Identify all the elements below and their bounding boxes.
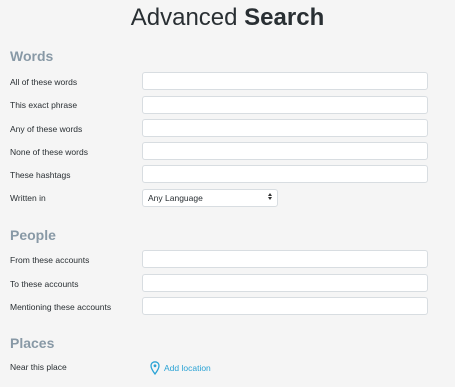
hashtags-label: These hashtags bbox=[10, 170, 71, 180]
exact-phrase-input[interactable] bbox=[142, 96, 428, 114]
words-section-heading: Words bbox=[10, 48, 54, 64]
from-accounts-input[interactable] bbox=[142, 250, 428, 268]
page-title: Advanced Search bbox=[0, 4, 455, 32]
people-section-heading: People bbox=[10, 227, 56, 243]
page-title-bold: Search bbox=[244, 4, 325, 31]
mentioning-accounts-input[interactable] bbox=[142, 297, 428, 315]
any-words-label: Any of these words bbox=[10, 124, 83, 134]
from-accounts-label: From these accounts bbox=[10, 255, 90, 265]
none-words-input[interactable] bbox=[142, 142, 428, 160]
language-select[interactable]: Any Language bbox=[142, 189, 278, 207]
language-select-value: Any Language bbox=[148, 193, 203, 203]
add-location-link[interactable]: Add location bbox=[150, 361, 211, 375]
hashtags-input[interactable] bbox=[142, 165, 428, 183]
map-pin-icon bbox=[150, 361, 160, 375]
all-words-label: All of these words bbox=[10, 77, 78, 87]
select-arrows-icon bbox=[268, 193, 272, 200]
add-location-label: Add location bbox=[164, 363, 211, 373]
page-title-light: Advanced bbox=[130, 4, 245, 31]
written-in-label: Written in bbox=[10, 193, 46, 203]
none-words-label: None of these words bbox=[10, 147, 88, 157]
any-words-input[interactable] bbox=[142, 119, 428, 137]
exact-phrase-label: This exact phrase bbox=[10, 100, 78, 110]
mentioning-accounts-label: Mentioning these accounts bbox=[10, 302, 112, 312]
to-accounts-label: To these accounts bbox=[10, 279, 79, 289]
all-words-input[interactable] bbox=[142, 72, 428, 90]
to-accounts-input[interactable] bbox=[142, 274, 428, 292]
places-section-heading: Places bbox=[10, 335, 55, 351]
near-place-label: Near this place bbox=[10, 362, 67, 372]
